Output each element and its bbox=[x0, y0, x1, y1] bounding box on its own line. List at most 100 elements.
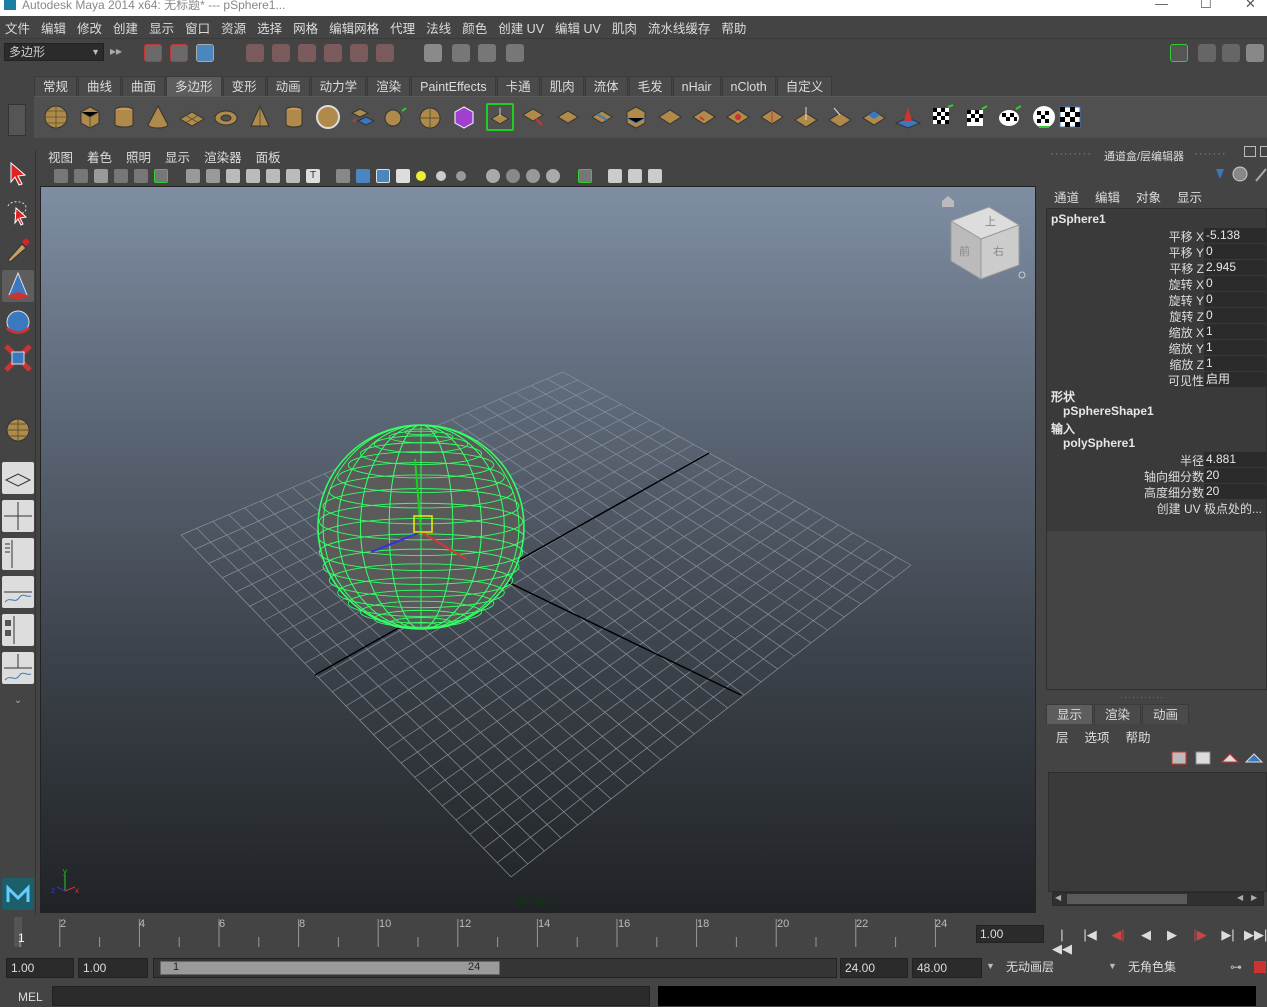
menu-mesh[interactable]: 网格 bbox=[288, 18, 324, 37]
shelf-tab-polygons[interactable]: 多边形 bbox=[166, 76, 222, 96]
shelf-tab-dynamics[interactable]: 动力学 bbox=[310, 76, 367, 96]
home-icon[interactable] bbox=[942, 196, 954, 207]
range-slider-handle[interactable]: 1 24 bbox=[160, 961, 500, 975]
menu-create-uv[interactable]: 创建 UV bbox=[493, 18, 550, 37]
tool-settings-toggle-icon[interactable] bbox=[1198, 44, 1216, 62]
mel-label[interactable]: MEL bbox=[18, 990, 43, 1004]
go-to-end-button[interactable]: ▶▶| bbox=[1244, 928, 1267, 942]
smooth-shade-icon[interactable] bbox=[356, 169, 370, 183]
menuset-dropdown[interactable]: 多边形 ▼ bbox=[4, 43, 104, 61]
shelf-tab-general[interactable]: 常规 bbox=[34, 76, 78, 96]
isolate-select-icon[interactable] bbox=[578, 169, 592, 183]
safe-action-icon[interactable] bbox=[286, 169, 300, 183]
viewport-menu-renderer[interactable]: 渲染器 bbox=[196, 147, 248, 166]
drag-handle-icon[interactable]: ········· bbox=[1050, 148, 1092, 160]
manipulator-icon[interactable] bbox=[1216, 169, 1224, 179]
shelf-tab-toon[interactable]: 卡通 bbox=[496, 76, 540, 96]
layer-tab-render[interactable]: 渲染 bbox=[1094, 704, 1142, 724]
menu-normals[interactable]: 法线 bbox=[421, 18, 457, 37]
render-frame-icon[interactable] bbox=[424, 44, 442, 62]
split-polygon-icon[interactable] bbox=[588, 103, 616, 131]
persp-graph-layout-icon[interactable] bbox=[2, 576, 34, 608]
poly-cube-purple-icon[interactable] bbox=[450, 103, 478, 131]
scale-tool-icon[interactable] bbox=[2, 342, 34, 374]
attr-row[interactable]: 平移 Z 2.945 bbox=[1047, 259, 1266, 276]
command-input[interactable] bbox=[52, 986, 650, 1006]
layer-menu-help[interactable]: 帮助 bbox=[1116, 727, 1157, 746]
poly-prism-icon[interactable] bbox=[246, 103, 274, 131]
new-layer-move-up-icon[interactable] bbox=[1171, 751, 1187, 765]
viewport-menu-show[interactable]: 显示 bbox=[157, 147, 196, 166]
grease-pencil-icon[interactable] bbox=[154, 169, 168, 183]
layout-options-icon[interactable]: ⌄ bbox=[2, 690, 34, 712]
snap-point-icon[interactable] bbox=[298, 44, 316, 62]
insert-edge-loop-icon[interactable] bbox=[622, 103, 650, 131]
playback-start-field[interactable]: 1.00 bbox=[78, 958, 148, 978]
layer-menu-options[interactable]: 选项 bbox=[1075, 727, 1116, 746]
close-button[interactable]: ✕ bbox=[1245, 0, 1256, 12]
layer-tab-display[interactable]: 显示 bbox=[1046, 704, 1094, 724]
poke-face-icon[interactable] bbox=[792, 103, 820, 131]
shelf-tab-animation[interactable]: 动画 bbox=[266, 76, 310, 96]
go-to-start-button[interactable]: |◀◀ bbox=[1052, 928, 1072, 956]
menu-file[interactable]: 文件 bbox=[0, 18, 36, 37]
offset-edge-loop-icon[interactable] bbox=[656, 103, 684, 131]
menu-display[interactable]: 显示 bbox=[144, 18, 180, 37]
shelf-tab-ncloth[interactable]: nCloth bbox=[721, 76, 776, 96]
shelf-tab-rendering[interactable]: 渲染 bbox=[367, 76, 411, 96]
screen-space-ao-icon[interactable] bbox=[486, 169, 500, 183]
image-plane-icon[interactable] bbox=[114, 169, 128, 183]
menu-edit-uv[interactable]: 编辑 UV bbox=[550, 18, 607, 37]
maximize-button[interactable]: ☐ bbox=[1200, 0, 1212, 12]
shelf-tab-fur[interactable]: 毛发 bbox=[628, 76, 672, 96]
bookmarks-icon[interactable] bbox=[94, 169, 108, 183]
shadows-icon[interactable] bbox=[456, 171, 466, 181]
attr-row[interactable]: 旋转 X0 bbox=[1047, 275, 1266, 292]
attr-row[interactable]: 平移 Y0 bbox=[1047, 243, 1266, 260]
step-forward-frame-button[interactable]: ▶| bbox=[1218, 928, 1238, 942]
uv-cylindrical-icon[interactable] bbox=[996, 103, 1024, 131]
safe-title-icon[interactable]: T bbox=[306, 169, 320, 183]
shelf-tab-fluids[interactable]: 流体 bbox=[584, 76, 628, 96]
create-layer-from-selected-icon[interactable] bbox=[1244, 753, 1264, 763]
key-icon[interactable]: ⊶ bbox=[1230, 960, 1242, 974]
object-name[interactable]: pSphere1 bbox=[1051, 212, 1106, 226]
append-polygon-icon[interactable] bbox=[554, 103, 582, 131]
menu-pipeline-cache[interactable]: 流水线缓存 bbox=[643, 18, 717, 37]
shelf-tab-custom[interactable]: 自定义 bbox=[776, 76, 833, 96]
cb-menu-channels[interactable]: 通道 bbox=[1046, 187, 1087, 206]
merge-icon[interactable] bbox=[724, 103, 752, 131]
select-object-icon[interactable] bbox=[170, 44, 188, 62]
collapse-icon[interactable] bbox=[758, 103, 786, 131]
camera-attributes-icon[interactable] bbox=[74, 169, 88, 183]
input-attr-row[interactable]: 高度细分数 20 bbox=[1047, 483, 1266, 500]
uv-auto-icon[interactable] bbox=[1056, 103, 1084, 131]
input-attr-row[interactable]: 轴向细分数 20 bbox=[1047, 467, 1266, 484]
chevron-down-icon[interactable]: ▼ bbox=[1108, 961, 1117, 971]
motion-blur-icon[interactable] bbox=[506, 169, 520, 183]
wireframe-on-shaded-icon[interactable] bbox=[376, 169, 390, 183]
splitter-handle-icon[interactable]: ··········· bbox=[1120, 692, 1164, 702]
move-tool-icon[interactable] bbox=[2, 270, 34, 302]
snap-view-plane-icon[interactable] bbox=[324, 44, 342, 62]
scroll-right-icon[interactable]: ▶ bbox=[1251, 893, 1257, 902]
attr-row[interactable]: 平移 X -5.138 bbox=[1047, 227, 1266, 244]
poly-torus-icon[interactable] bbox=[212, 103, 240, 131]
uv-planar-icon[interactable] bbox=[962, 103, 990, 131]
duplicate-face-icon[interactable] bbox=[860, 103, 888, 131]
shape-node-name[interactable]: pSphereShape1 bbox=[1063, 404, 1154, 418]
menu-edit[interactable]: 编辑 bbox=[36, 18, 72, 37]
gate-mask-icon[interactable] bbox=[246, 169, 260, 183]
render-settings-icon[interactable] bbox=[478, 44, 496, 62]
animation-end-field[interactable]: 48.00 bbox=[912, 958, 982, 978]
shelf-tab-curves[interactable]: 曲线 bbox=[78, 76, 122, 96]
poly-cube-icon[interactable] bbox=[76, 103, 104, 131]
input-attr-row[interactable]: 创建 UV 极点处的... bbox=[1047, 499, 1266, 516]
step-back-key-button[interactable]: ◀| bbox=[1108, 928, 1128, 942]
hyper-icon[interactable] bbox=[1255, 168, 1267, 182]
hypershade-icon[interactable] bbox=[506, 44, 524, 62]
persp-outliner-layout-icon[interactable] bbox=[2, 538, 34, 570]
select-component-icon[interactable] bbox=[196, 44, 214, 62]
sculpt-tool-icon[interactable] bbox=[894, 103, 922, 131]
attr-row[interactable]: 可见性 启用 bbox=[1047, 371, 1266, 388]
